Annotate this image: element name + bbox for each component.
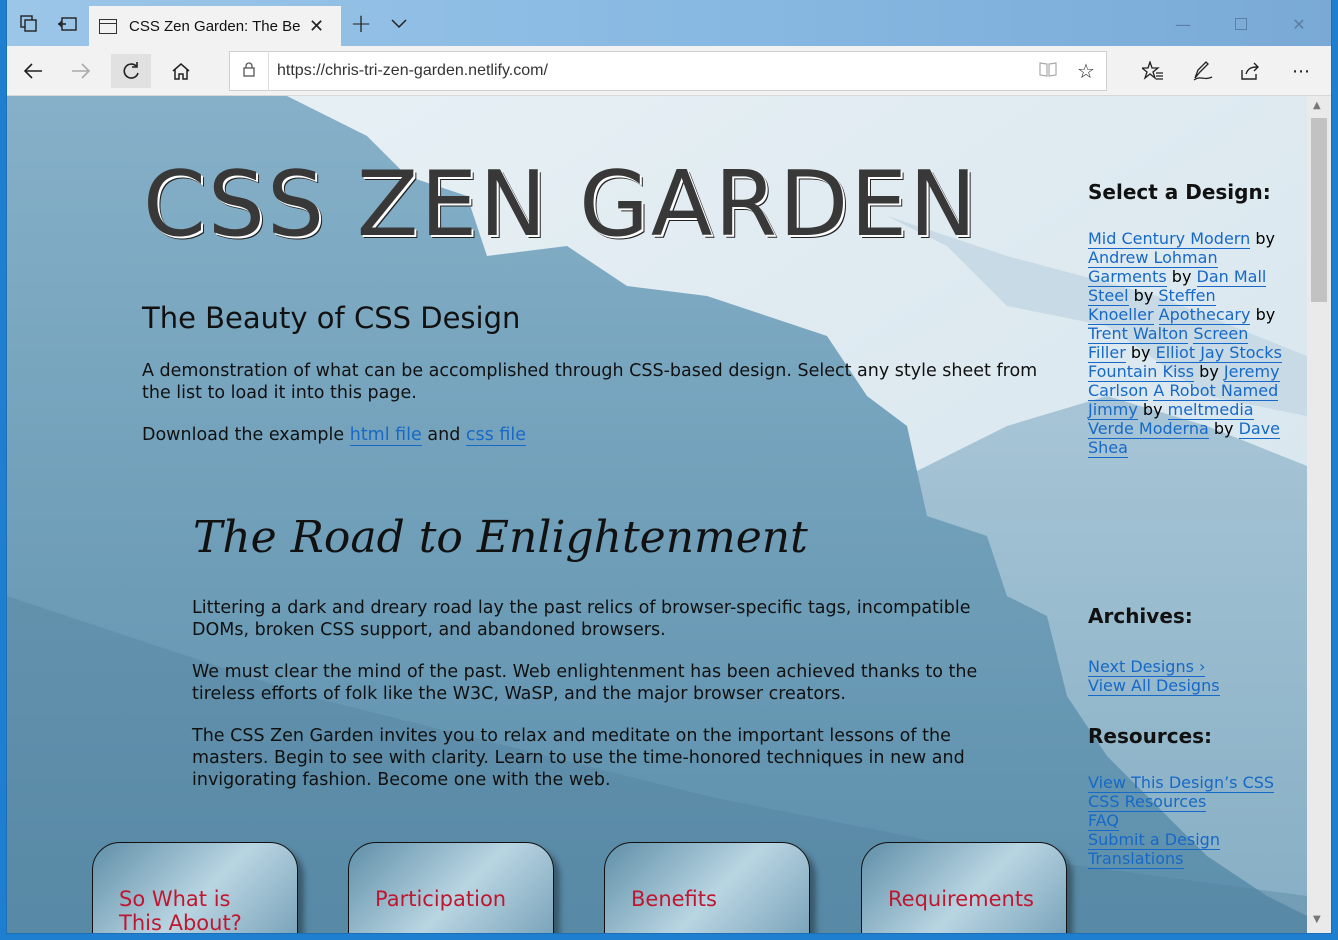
translations-link[interactable]: Translations [1088,849,1184,869]
by-text: by [1255,229,1275,248]
view-all-designs-link[interactable]: View All Designs [1088,676,1220,696]
design-list: Mid Century Modern by Andrew Lohman Garm… [1088,229,1286,458]
favorites-icon[interactable] [1133,54,1173,88]
road-paragraph-3: The CSS Zen Garden invites you to relax … [192,726,965,790]
by-text: by [1133,286,1154,305]
road-paragraph-1: Littering a dark and dreary road lay the… [192,598,971,640]
archives-list: Next Designs › View All Designs [1088,657,1288,696]
card-participation[interactable]: Participation [348,842,554,933]
resources-list: View This Design’s CSS CSS Resources FAQ… [1088,773,1278,869]
by-text: by [1213,419,1234,438]
tab-actions-icon[interactable] [11,8,47,40]
by-text: by [1255,305,1276,324]
more-icon[interactable]: ⋯ [1281,54,1321,88]
css-resources-link[interactable]: CSS Resources [1088,792,1207,812]
scrollbar-thumb[interactable] [1311,118,1327,302]
next-designs-link[interactable]: Next Designs › [1088,657,1206,677]
reading-view-icon[interactable] [1030,61,1066,81]
intro-paragraph: A demonstration of what can be accomplis… [142,361,1038,403]
card-title: Benefits [631,887,717,911]
design-link[interactable]: Apothecary [1158,305,1251,325]
resources-heading: Resources: [1088,724,1213,748]
card-benefits[interactable]: Benefits [604,842,810,933]
page-viewport: CSS ZEN GARDEN The Beauty of CSS Design … [7,96,1307,933]
pen-icon[interactable] [1183,54,1223,88]
design-link[interactable]: Fountain Kiss [1088,362,1195,382]
card-title: So What is This About? [119,887,242,933]
select-design-heading: Select a Design: [1088,180,1271,204]
scroll-down-icon[interactable]: ▼ [1313,914,1321,925]
html-file-link[interactable]: html file [349,425,422,446]
design-link[interactable]: Steel [1088,286,1129,306]
window-close-icon[interactable]: ✕ [1279,10,1319,38]
download-line: Download the example html file and css f… [142,424,1042,446]
new-tab-icon[interactable]: + [343,8,379,40]
maximize-icon[interactable] [1221,10,1261,38]
by-text: by [1130,343,1151,362]
page-content: CSS ZEN GARDEN The Beauty of CSS Design … [7,96,1307,933]
design-link[interactable]: Garments [1088,267,1167,287]
road-paragraph-2: We must clear the mind of the past. Web … [192,662,978,704]
tab-bar: CSS Zen Garden: The Be ✕ + — ✕ [7,0,1331,46]
by-text: by [1171,267,1192,286]
star-icon[interactable]: ☆ [1066,59,1106,83]
css-file-link[interactable]: css file [465,425,526,446]
vertical-scrollbar[interactable]: ▲ ▼ [1307,96,1331,933]
resources-section: Resources: [1088,724,1288,748]
set-aside-tabs-icon[interactable] [49,8,85,40]
by-text: by [1142,400,1163,419]
author-link[interactable]: Andrew Lohman [1088,248,1218,268]
nav-bar: https://chris-tri-zen-garden.netlify.com… [7,46,1331,96]
view-design-css-link[interactable]: View This Design’s CSS [1088,773,1275,793]
card-requirements[interactable]: Requirements [861,842,1067,933]
refresh-icon[interactable] [111,54,151,88]
author-link[interactable]: meltmedia [1167,400,1254,420]
faq-link[interactable]: FAQ [1088,811,1119,831]
page-subtitle: The Beauty of CSS Design [142,301,521,335]
card-title: Participation [375,887,507,911]
author-link[interactable]: Trent Walton [1088,324,1189,344]
card-about[interactable]: So What is This About? [92,842,298,933]
select-design-section: Select a Design: [1088,180,1288,204]
card-title: Requirements [888,887,1034,911]
and-text: and [427,425,461,445]
address-bar[interactable]: https://chris-tri-zen-garden.netlify.com… [229,51,1107,91]
chevron-down-icon[interactable] [381,8,417,40]
road-heading: The Road to Enlightenment [193,512,808,563]
address-separator [268,51,269,91]
design-link[interactable]: Verde Moderna [1088,419,1209,439]
home-icon[interactable] [161,54,201,88]
archives-section: Archives: [1088,604,1288,628]
page-title: CSS ZEN GARDEN [143,152,979,257]
close-icon[interactable]: ✕ [309,16,324,37]
lock-icon[interactable] [230,61,268,81]
submit-design-link[interactable]: Submit a Design [1088,830,1220,850]
tab-active[interactable]: CSS Zen Garden: The Be ✕ [89,6,341,46]
forward-icon[interactable] [61,54,101,88]
author-link[interactable]: Elliot Jay Stocks [1155,343,1282,363]
share-icon[interactable] [1231,54,1271,88]
browser-window: CSS Zen Garden: The Be ✕ + — ✕ https://c… [7,0,1331,933]
minimize-icon[interactable]: — [1163,10,1203,38]
tab-title: CSS Zen Garden: The Be [129,17,301,35]
tab-page-icon [99,18,117,34]
by-text: by [1199,362,1219,381]
archives-heading: Archives: [1088,604,1193,628]
download-prefix: Download the example [142,425,345,445]
back-icon[interactable] [13,54,53,88]
author-link[interactable]: Dan Mall [1196,267,1267,287]
scroll-up-icon[interactable]: ▲ [1313,100,1321,111]
url-text[interactable]: https://chris-tri-zen-garden.netlify.com… [277,62,1030,80]
design-link[interactable]: Mid Century Modern [1088,229,1251,249]
